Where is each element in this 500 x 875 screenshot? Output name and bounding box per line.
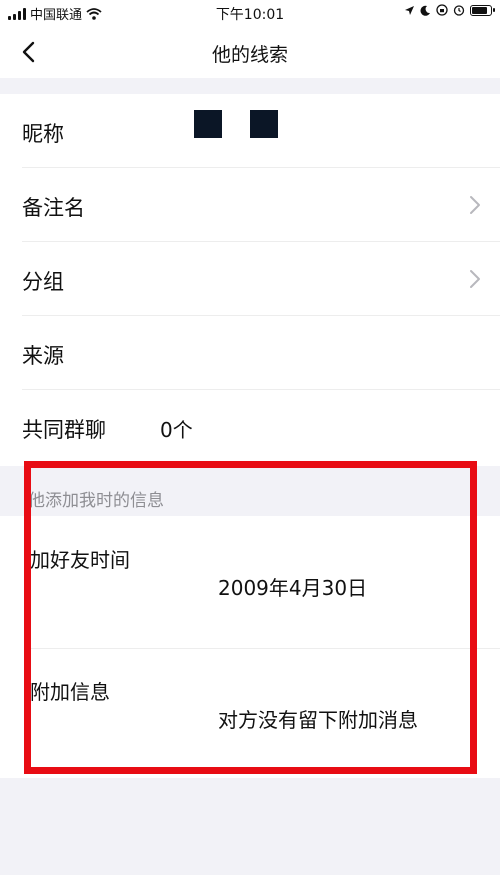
masked-block [194,110,222,138]
chevron-right-icon [470,270,480,288]
section-gap [0,78,500,94]
masked-block [250,110,278,138]
battery-level [472,6,488,14]
row-label: 共同群聊 [22,418,106,442]
row-common-groups[interactable]: 共同群聊 0个 [0,390,500,464]
moon-icon [420,5,430,16]
row-label: 昵称 [22,122,64,146]
location-icon [405,5,414,15]
highlight-box [24,461,477,774]
row-label: 来源 [22,344,64,368]
status-right [404,4,495,16]
page-title: 他的线索 [211,44,288,66]
status-bar: 中国联通 下午10:01 [0,0,500,26]
row-nickname: 昵称 [0,94,500,168]
chevron-right-icon [470,196,480,214]
battery-icon [470,4,495,16]
page-background [0,778,500,875]
row-source: 来源 [0,316,500,390]
orientation-lock-icon [436,4,448,16]
nav-bar: 他的线索 [0,26,500,78]
row-remark-name[interactable]: 备注名 [0,168,500,242]
row-label: 分组 [22,270,64,294]
common-groups-count: 0个 [160,418,193,442]
contact-info-group: 昵称 备注名 分组 来源 共同群聊 0个 [0,94,500,466]
row-group[interactable]: 分组 [0,242,500,316]
row-label: 备注名 [22,196,85,220]
alarm-icon [453,5,465,16]
